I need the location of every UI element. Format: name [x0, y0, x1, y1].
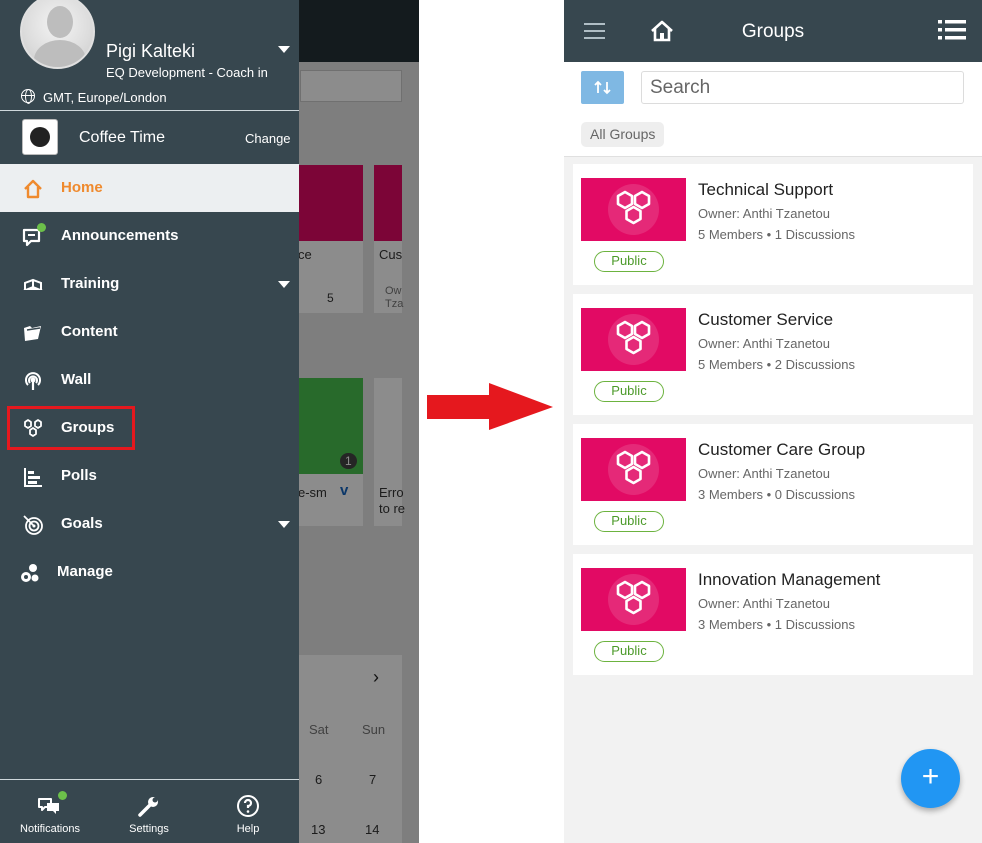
drawer-header: Pigi Kalteki EQ Development - Coach in G… — [0, 0, 299, 110]
manage-icon — [21, 564, 39, 582]
goals-icon — [23, 515, 43, 535]
filter-chip-all-groups[interactable]: All Groups — [581, 122, 665, 147]
help-button[interactable]: Help — [198, 780, 298, 843]
page-title: Groups — [741, 21, 805, 42]
training-icon — [23, 278, 43, 290]
visibility-badge: Public — [594, 381, 664, 402]
group-stats: 3 Members • 0 Discussions — [698, 487, 855, 502]
group-card[interactable]: Public Technical Support Owner: Anthi Tz… — [573, 164, 973, 285]
groups-icon — [616, 450, 651, 485]
globe-icon — [21, 89, 35, 104]
polls-icon — [24, 468, 42, 487]
group-owner: Owner: Anthi Tzanetou — [698, 336, 831, 351]
navigation-drawer: Pigi Kalteki EQ Development - Coach in G… — [0, 0, 299, 843]
wall-icon — [25, 372, 41, 390]
search-input[interactable] — [641, 71, 964, 104]
groups-icon — [616, 320, 651, 355]
group-thumbnail — [581, 568, 686, 631]
wrench-icon — [138, 797, 158, 817]
menu-label: Content — [61, 323, 118, 340]
timezone-label: GMT, Europe/London — [43, 90, 167, 105]
home-icon — [24, 179, 42, 199]
sort-icon — [594, 80, 611, 95]
add-group-button[interactable]: + — [901, 749, 960, 808]
workspace-name: Coffee Time — [79, 129, 165, 146]
notifications-button[interactable]: Notifications — [0, 780, 100, 843]
plus-icon: + — [921, 760, 940, 793]
menu-item-polls[interactable]: Polls — [0, 452, 299, 500]
group-owner: Owner: Anthi Tzanetou — [698, 206, 831, 221]
group-owner: Owner: Anthi Tzanetou — [698, 466, 831, 481]
menu-label: Polls — [61, 467, 97, 484]
settings-label: Settings — [129, 823, 169, 835]
group-thumbnail — [581, 308, 686, 371]
menu-item-training[interactable]: Training — [0, 260, 299, 308]
group-stats: 3 Members • 1 Discussions — [698, 617, 855, 632]
sort-button[interactable] — [581, 71, 624, 104]
menu-label: Manage — [57, 563, 113, 580]
drawer-bottom-bar: Notifications Settings Help — [0, 779, 299, 843]
visibility-badge: Public — [594, 251, 664, 272]
group-name[interactable]: Technical Support — [698, 180, 833, 200]
menu-label: Wall — [61, 371, 92, 388]
divider — [0, 110, 299, 111]
avatar[interactable] — [20, 0, 95, 69]
notification-badge — [37, 223, 46, 232]
menu-label: Announcements — [61, 227, 179, 244]
groups-topbar: Groups — [564, 0, 982, 62]
help-label: Help — [236, 823, 260, 835]
notification-badge — [58, 791, 67, 800]
comparison-canvas: ce 5 Cus Ow Tza 1 e-sm v Erro to re › Sa… — [0, 0, 982, 843]
menu-item-announcements[interactable]: Announcements — [0, 212, 299, 260]
workspace-selector: Coffee Time Change — [0, 112, 299, 164]
menu-item-content[interactable]: Content — [0, 308, 299, 356]
left-phone-screen: ce 5 Cus Ow Tza 1 e-sm v Erro to re › Sa… — [0, 0, 419, 843]
menu-item-wall[interactable]: Wall — [0, 356, 299, 404]
avatar-head — [47, 6, 73, 38]
menu-label: Training — [61, 275, 120, 292]
group-stats: 5 Members • 2 Discussions — [698, 357, 855, 372]
notifications-label: Notifications — [20, 823, 80, 835]
avatar-body — [34, 40, 86, 67]
group-name[interactable]: Customer Service — [698, 310, 833, 330]
group-name[interactable]: Customer Care Group — [698, 440, 865, 460]
user-name: Pigi Kalteki — [106, 41, 196, 61]
expand-icon[interactable] — [278, 281, 290, 288]
group-name[interactable]: Innovation Management — [698, 570, 880, 590]
right-phone-screen: Groups All Groups Public Technical Suppo… — [564, 0, 982, 843]
visibility-badge: Public — [594, 641, 664, 662]
group-owner: Owner: Anthi Tzanetou — [698, 596, 831, 611]
group-card[interactable]: Public Innovation Management Owner: Anth… — [573, 554, 973, 675]
user-role: EQ Development - Coach in — [106, 65, 268, 80]
menu-item-manage[interactable]: Manage — [0, 548, 299, 596]
groups-icon — [616, 580, 651, 615]
coffee-cup-logo — [30, 127, 50, 147]
groups-highlight-box — [7, 406, 135, 450]
account-dropdown-icon[interactable] — [278, 46, 290, 53]
group-card[interactable]: Public Customer Care Group Owner: Anthi … — [573, 424, 973, 545]
menu-label: Home — [61, 179, 103, 196]
visibility-badge: Public — [594, 511, 664, 532]
group-card[interactable]: Public Customer Service Owner: Anthi Tza… — [573, 294, 973, 415]
workspace-logo — [22, 119, 58, 155]
transition-arrow-icon — [427, 383, 553, 430]
groups-toolbar: All Groups — [564, 62, 982, 157]
notifications-icon — [38, 798, 59, 814]
list-view-icon[interactable] — [938, 19, 966, 41]
group-stats: 5 Members • 1 Discussions — [698, 227, 855, 242]
change-workspace-button[interactable]: Change — [245, 131, 291, 146]
menu-item-goals[interactable]: Goals — [0, 500, 299, 548]
content-icon — [24, 326, 41, 341]
group-thumbnail — [581, 438, 686, 501]
help-icon — [237, 795, 259, 817]
expand-icon[interactable] — [278, 521, 290, 528]
group-thumbnail — [581, 178, 686, 241]
menu-item-home[interactable]: Home — [0, 164, 299, 212]
menu-label: Goals — [61, 515, 103, 532]
settings-button[interactable]: Settings — [99, 780, 199, 843]
groups-icon — [616, 190, 651, 225]
